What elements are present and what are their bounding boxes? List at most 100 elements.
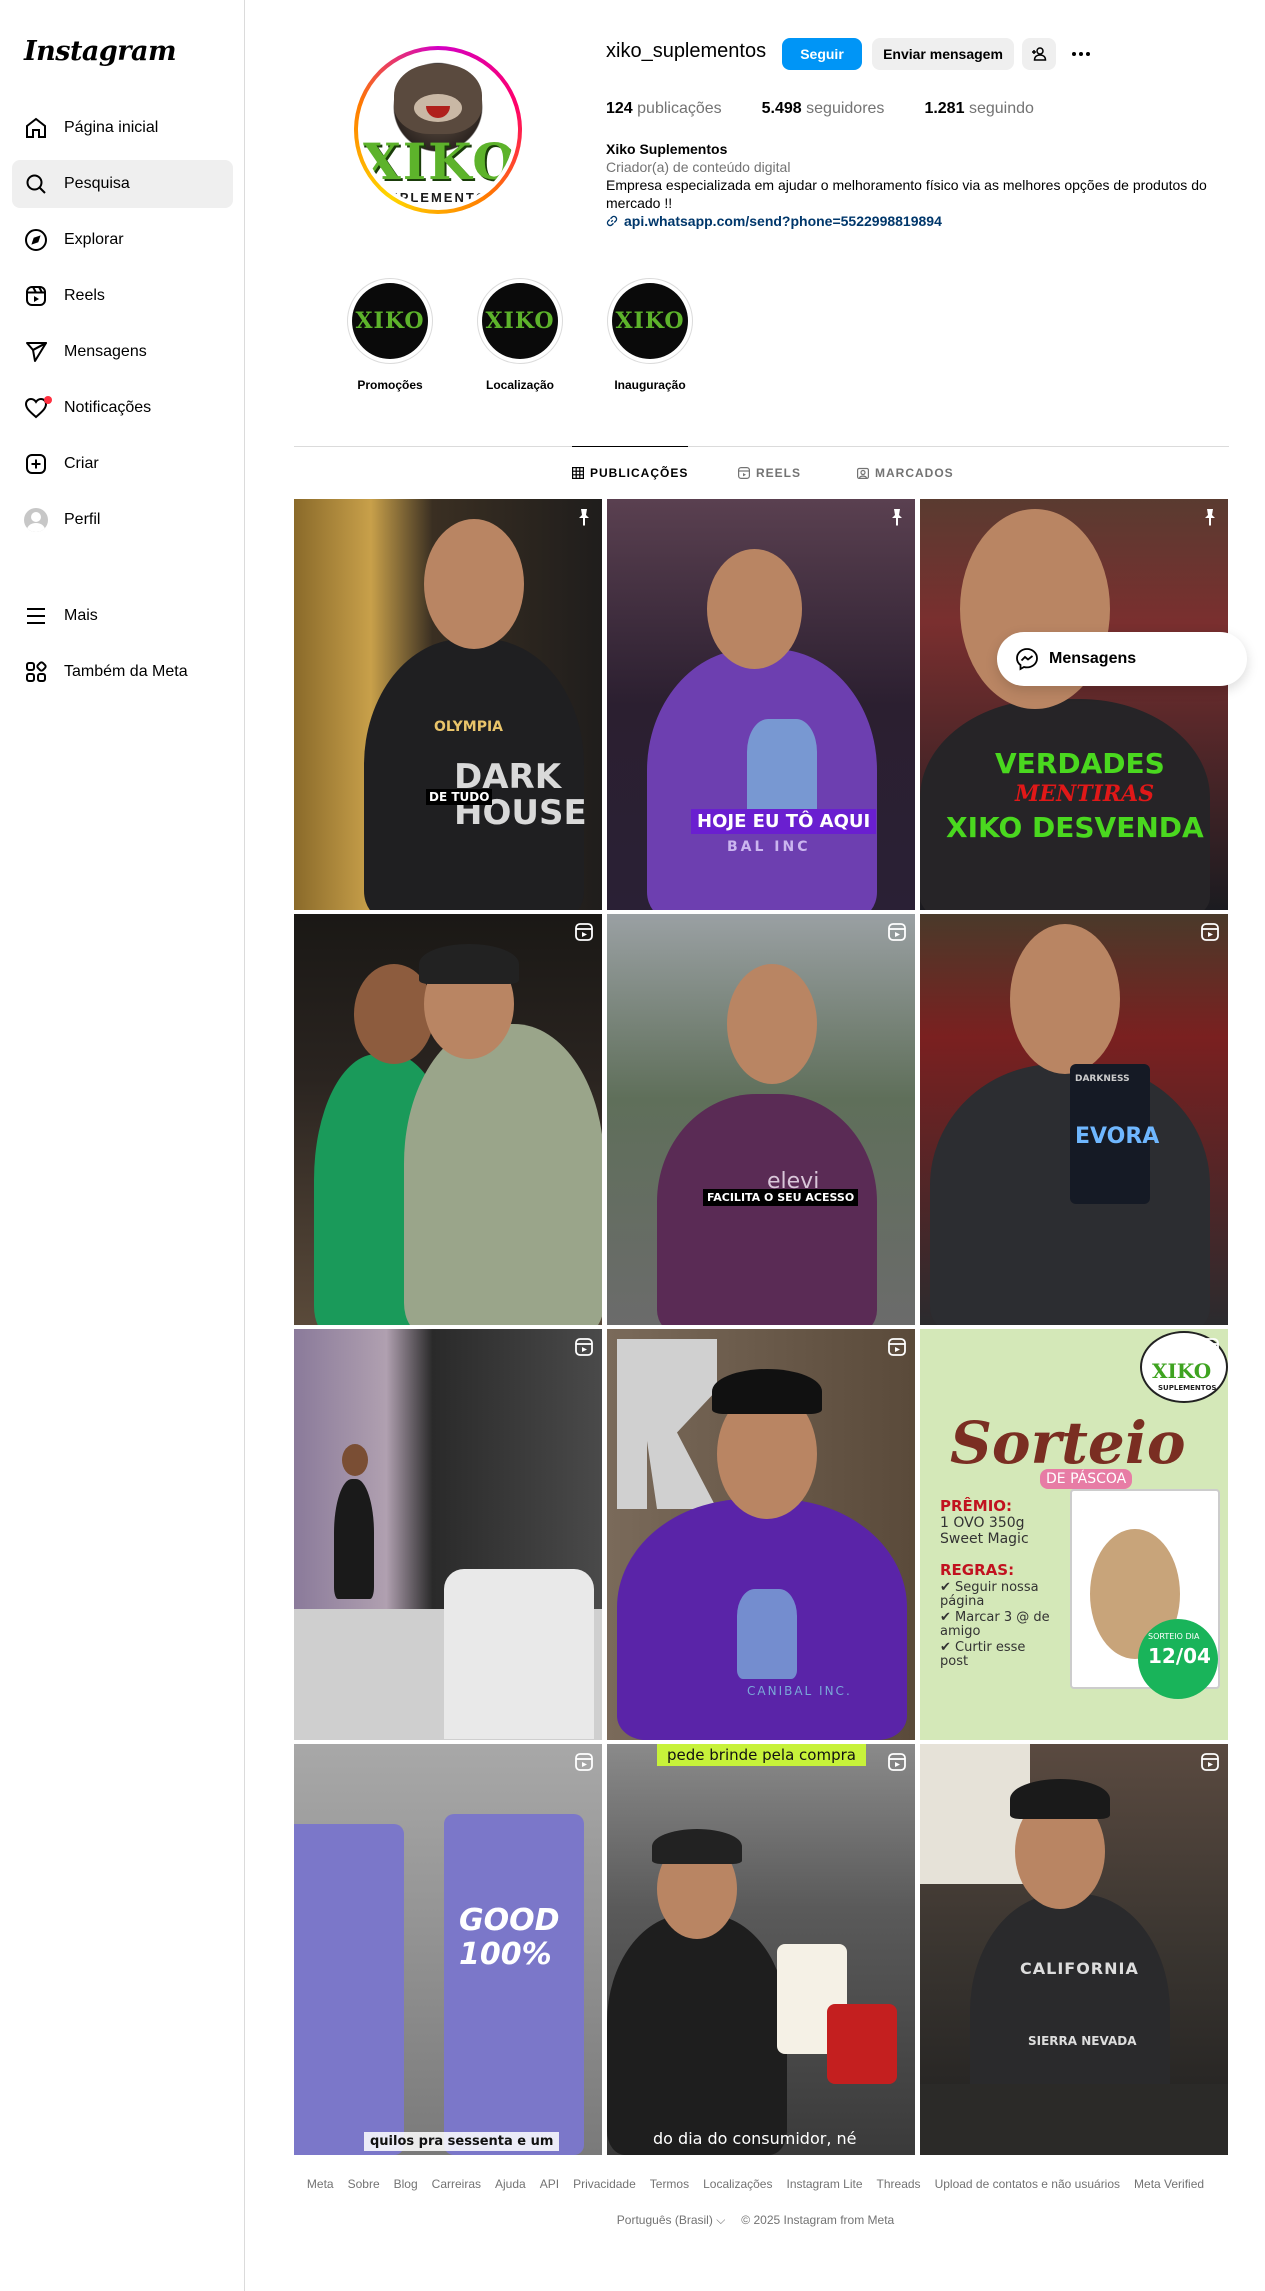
- more-options-button[interactable]: [1064, 38, 1098, 70]
- highlight-label: Localização: [485, 378, 555, 392]
- sidebar-item-profile[interactable]: Perfil: [12, 496, 233, 544]
- reels-icon: [738, 467, 750, 479]
- tagged-icon: [857, 467, 869, 479]
- post-tile[interactable]: VERDADES MENTIRAS XIKO DESVENDA: [920, 499, 1228, 910]
- follow-button[interactable]: Seguir: [782, 38, 862, 70]
- rules-label: REGRAS:: [940, 1561, 1015, 1579]
- post-shirt-text2: SIERRA NEVADA: [1028, 2034, 1137, 2048]
- sidebar-item-label: Pesquisa: [64, 175, 130, 192]
- sidebar-item-home[interactable]: Página inicial: [12, 104, 233, 152]
- chevron-down-icon: ⌵: [716, 2213, 726, 2227]
- highlight-localizacao[interactable]: XIKO Localização: [470, 278, 570, 392]
- supplement-tub: [827, 2004, 897, 2084]
- post-tile[interactable]: DARKNESS EVORA: [920, 914, 1228, 1325]
- post-tile[interactable]: XIKO SUPLEMENTOS Sorteio DE PÁSCOA PRÊMI…: [920, 1329, 1228, 1740]
- sidebar-item-explore[interactable]: Explorar: [12, 216, 233, 264]
- footer-link[interactable]: Ajuda: [495, 2177, 526, 2191]
- following-count-label: seguindo: [968, 100, 1034, 117]
- reel-icon: [888, 1753, 906, 1771]
- search-icon: [26, 174, 46, 194]
- suggest-user-button[interactable]: [1022, 38, 1056, 70]
- highlight-inauguracao[interactable]: XIKO Inauguração: [600, 278, 700, 392]
- footer-link[interactable]: Localizações: [703, 2177, 772, 2191]
- profile-avatar[interactable]: XIKO SUPLEMENTOS: [354, 46, 522, 214]
- pin-icon: [1205, 509, 1215, 526]
- post-tile[interactable]: HOJE EU TÔ AQUI BAL INC: [607, 499, 915, 910]
- post-caption: FACILITA O SEU ACESSO: [703, 1189, 859, 1206]
- post-tile[interactable]: CALIFORNIA SIERRA NEVADA: [920, 1744, 1228, 2155]
- profile-link[interactable]: api.whatsapp.com/send?phone=552299881989…: [606, 212, 1226, 230]
- following-count-value: 1.281: [924, 100, 965, 117]
- send-icon: [26, 342, 47, 362]
- highlight-cover: XIKO: [352, 283, 428, 359]
- rule-text: Marcar 3 @ de amigo: [940, 1610, 1050, 1639]
- sidebar-item-meta[interactable]: Também da Meta: [12, 648, 233, 696]
- posts-count: 124 publicações: [606, 100, 722, 118]
- post-person-head: [727, 964, 817, 1084]
- footer-link[interactable]: Blog: [394, 2177, 418, 2191]
- footer-link[interactable]: Instagram Lite: [786, 2177, 862, 2191]
- footer-link[interactable]: API: [540, 2177, 559, 2191]
- profile-avatar-logo-sub: SUPLEMENTOS: [377, 190, 499, 205]
- sidebar-item-label: Também da Meta: [64, 663, 188, 680]
- footer-link[interactable]: Upload de contatos e não usuários: [935, 2177, 1120, 2191]
- highlight-cover: XIKO: [482, 283, 558, 359]
- brand-logo-text: XIKO: [1152, 1359, 1212, 1383]
- rule-item: ✔ Marcar 3 @ de amigo: [940, 1610, 1050, 1639]
- post-shirt-text: CANIBAL INC.: [747, 1684, 852, 1698]
- language-select[interactable]: Português (Brasil) ⌵: [617, 2213, 726, 2228]
- post-tile[interactable]: pede brinde pela compra do dia do consum…: [607, 1744, 915, 2155]
- post-tile[interactable]: GOOD 100% quilos pra sessenta e um: [294, 1744, 602, 2155]
- post-caption: HOJE EU TÔ AQUI: [691, 809, 877, 834]
- sidebar-item-reels[interactable]: Reels: [12, 272, 233, 320]
- rule-item: ✔ Curtir esse post: [940, 1640, 1026, 1669]
- sidebar-item-notifications[interactable]: Notificações: [12, 384, 233, 432]
- highlight-cover: XIKO: [612, 283, 688, 359]
- footer-link[interactable]: Carreiras: [432, 2177, 481, 2191]
- sidebar-item-search[interactable]: Pesquisa: [12, 160, 233, 208]
- post-tile[interactable]: OLYMPIA DARK HOUSE DE TUDO: [294, 499, 602, 910]
- sidebar-item-label: Mais: [64, 607, 98, 624]
- followers-count[interactable]: 5.498 seguidores: [762, 100, 885, 118]
- post-caption-reveal: XIKO DESVENDA: [946, 811, 1204, 844]
- tab-tagged[interactable]: MARCADOS: [857, 447, 954, 499]
- send-message-button[interactable]: Enviar mensagem: [872, 38, 1014, 70]
- sidebar-item-messages[interactable]: Mensagens: [12, 328, 233, 376]
- post-tile[interactable]: [294, 1329, 602, 1740]
- tab-posts[interactable]: PUBLICAÇÕES: [572, 446, 689, 498]
- menu-icon: [27, 608, 45, 624]
- footer-link[interactable]: Privacidade: [573, 2177, 636, 2191]
- post-tile[interactable]: elevi FACILITA O SEU ACESSO: [607, 914, 915, 1325]
- post-tile[interactable]: [294, 914, 602, 1325]
- posts-count-label: publicações: [637, 100, 722, 117]
- highlight-promocoes[interactable]: XIKO Promoções: [340, 278, 440, 392]
- footer-link[interactable]: Meta Verified: [1134, 2177, 1204, 2191]
- sidebar-item-more[interactable]: Mais: [12, 592, 233, 640]
- supplement-tub: [294, 1824, 404, 2155]
- tab-reels[interactable]: REELS: [738, 447, 801, 499]
- reel-icon: [888, 923, 906, 941]
- reel-icon: [1201, 1338, 1219, 1356]
- profile-username: xiko_suplementos: [606, 40, 767, 62]
- profile-display-name: Xiko Suplementos: [606, 141, 728, 157]
- sidebar-item-create[interactable]: Criar: [12, 440, 233, 488]
- footer-link[interactable]: Sobre: [348, 2177, 380, 2191]
- reel-icon: [1201, 923, 1219, 941]
- footer-link[interactable]: Termos: [650, 2177, 689, 2191]
- messages-floating-button[interactable]: Mensagens: [997, 632, 1247, 686]
- sidebar-item-label: Notificações: [64, 399, 152, 416]
- followers-count-value: 5.498: [761, 100, 802, 117]
- footer-link[interactable]: Threads: [877, 2177, 921, 2191]
- post-person-head: [707, 549, 802, 669]
- rule-item: ✔ Seguir nossa página: [940, 1580, 1039, 1609]
- post-person-head: [342, 1444, 368, 1476]
- post-caption: DE TUDO: [426, 789, 493, 805]
- following-count[interactable]: 1.281 seguindo: [924, 100, 1033, 118]
- reel-icon: [575, 1338, 593, 1356]
- post-tile[interactable]: CANIBAL INC.: [607, 1329, 915, 1740]
- instagram-logo[interactable]: Instagram: [24, 36, 177, 67]
- footer-link[interactable]: Meta: [307, 2177, 334, 2191]
- sidebar-item-label: Perfil: [64, 511, 101, 528]
- post-person: [334, 1479, 374, 1599]
- post-shirt-text: BAL INC: [727, 839, 811, 855]
